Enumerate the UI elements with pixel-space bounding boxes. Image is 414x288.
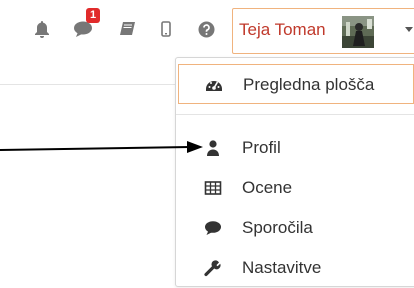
chevron-down-icon <box>405 27 413 32</box>
wrench-icon <box>204 259 222 277</box>
message-bubble-icon <box>204 219 222 237</box>
menu-item-label: Pregledna plošča <box>243 75 375 94</box>
user-menu-toggle[interactable]: Teja Toman <box>232 8 414 54</box>
menu-divider <box>176 114 414 115</box>
menu-item-label: Sporočila <box>242 218 313 237</box>
menu-item-messages[interactable]: Sporočila <box>176 208 414 248</box>
notification-count-badge: 1 <box>86 8 100 23</box>
user-icon <box>204 139 222 157</box>
menu-item-label: Ocene <box>242 178 293 197</box>
bell-icon[interactable] <box>31 18 53 40</box>
user-name: Teja Toman <box>239 20 326 39</box>
header-divider <box>0 84 175 85</box>
menu-item-profile[interactable]: Profil <box>176 128 414 168</box>
menu-item-dashboard[interactable]: Pregledna plošča <box>178 64 414 104</box>
mobile-icon[interactable] <box>155 18 177 40</box>
menu-item-label: Profil <box>242 138 281 157</box>
menu-item-preferences[interactable]: Nastavitve <box>176 248 414 288</box>
grades-table-icon <box>204 179 222 197</box>
book-icon[interactable] <box>117 18 139 40</box>
dashboard-icon <box>205 76 223 94</box>
avatar <box>342 16 374 48</box>
menu-item-label: Nastavitve <box>242 258 322 277</box>
user-dropdown-menu: Pregledna plošča Profil Ocene Sporočila … <box>175 57 414 287</box>
menu-item-grades[interactable]: Ocene <box>176 168 414 208</box>
help-icon[interactable] <box>195 18 217 40</box>
navbar: 1 Teja Toman <box>0 0 414 60</box>
